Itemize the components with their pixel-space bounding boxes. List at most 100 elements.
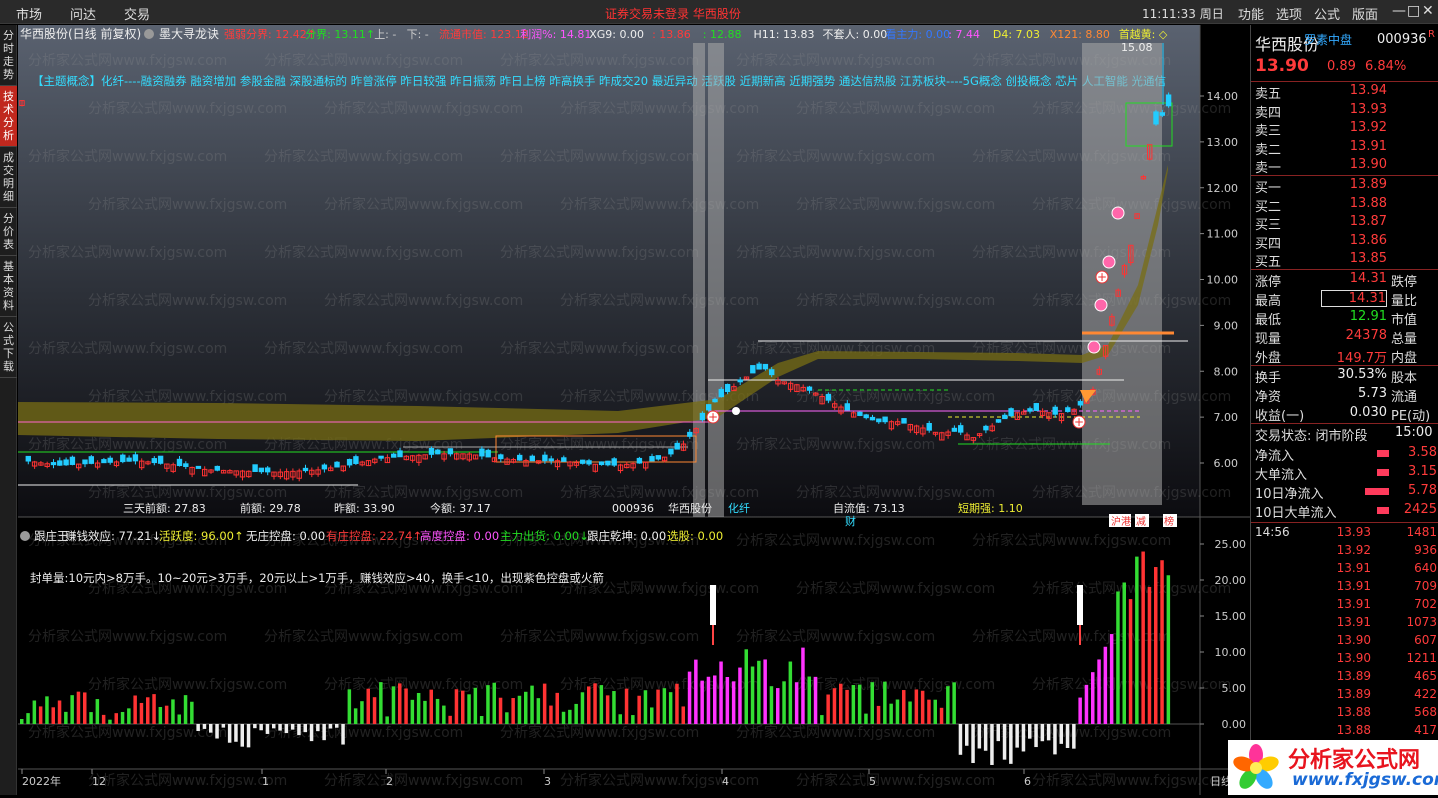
sub-bar	[1028, 724, 1032, 739]
sub-bar	[807, 676, 811, 724]
sub-bar	[1059, 724, 1063, 744]
candle-body	[120, 454, 126, 463]
header-item: 强弱分界: 12.42↑	[224, 28, 316, 41]
sub-bar	[1135, 556, 1139, 724]
sub-bar	[794, 682, 799, 724]
sub-bar	[700, 680, 704, 724]
formula-dropdown-icon[interactable]	[144, 29, 154, 39]
watermark-text: 分析家公式网www.fxjgsw.com	[264, 52, 463, 69]
watermark-text: 分析家公式网www.fxjgsw.com	[500, 340, 699, 357]
sub-bar	[309, 724, 314, 742]
ask-row-3: 卖二 13.91	[1255, 139, 1434, 158]
sub-axis-label: 0.00	[1222, 718, 1247, 731]
side-tab-4[interactable]: 基本资料	[0, 256, 17, 317]
sub-bar	[813, 676, 818, 724]
sub-bar	[297, 724, 301, 736]
sub-bar	[996, 724, 1000, 742]
candle-body	[699, 412, 706, 421]
candle-body	[561, 457, 567, 462]
sub-formula-dropdown-icon[interactable]	[20, 531, 30, 541]
sub-bar	[731, 681, 736, 724]
menu-wenda[interactable]: 问达	[70, 4, 96, 23]
candle-body	[428, 448, 435, 455]
trade-status: 交易状态: 闭市阶段	[1255, 429, 1368, 444]
candle-body	[126, 457, 132, 462]
index-tag: 罗素中盘	[1304, 33, 1353, 47]
sub-bar	[769, 686, 774, 724]
sub-bar	[505, 712, 509, 724]
rocket-icon	[1077, 585, 1083, 625]
flow-value: 3.58	[1408, 445, 1437, 460]
quote-panel: 华西股份 罗素中盘 000936 R 13.90 0.89 6.84% 卖五 13.94 卖四 13…	[1250, 25, 1438, 795]
formula-name: 墨大寻龙诀	[159, 27, 219, 41]
ask-label: 卖五	[1255, 87, 1282, 102]
sub-bar	[20, 719, 24, 724]
candle-body	[346, 458, 353, 466]
sub-bar	[681, 706, 685, 724]
status-row: 交易状态: 闭市阶段 15:00	[1255, 425, 1434, 444]
candle-body	[825, 393, 832, 401]
tick-row-3: 13.91 709	[1255, 579, 1437, 597]
tick-price: 13.93	[1336, 525, 1371, 539]
candle-body	[542, 454, 548, 462]
header-item: D4: 7.03	[993, 28, 1040, 41]
sub-bar	[202, 724, 207, 729]
sub-bar	[744, 649, 748, 724]
sub-header-item: 无庄控盘: 0.00	[246, 529, 325, 543]
candle-body	[882, 416, 888, 423]
sub-bar	[536, 698, 541, 724]
stat-label: 最低	[1255, 313, 1282, 328]
price-change-pct: 6.84%	[1365, 59, 1407, 74]
tick-volume: 1211	[1406, 651, 1437, 665]
ask-price: 13.93	[1349, 101, 1387, 117]
top-menu-bar: 市场 问达 交易 证券交易未登录 华西股份 11:11:33 周日 功能 选项 …	[0, 0, 1438, 24]
sub-bar	[782, 681, 786, 724]
buy-marker-label: +	[708, 410, 718, 424]
tick-price: 13.91	[1336, 615, 1371, 629]
tick-volume: 417	[1414, 723, 1437, 737]
login-notice[interactable]: 证券交易未登录 华西股份	[605, 5, 741, 22]
side-tab-3[interactable]: 分价表	[0, 208, 17, 256]
candle-body	[107, 457, 113, 463]
menu-function[interactable]: 功能	[1238, 4, 1264, 23]
chart-area[interactable]: 分析家公式网www.fxjgsw.com 分析家公式网www.fxjgsw.com…	[18, 25, 1250, 795]
clock: 11:11:33 周日	[1142, 7, 1224, 21]
maximize-button[interactable]: □	[1407, 3, 1420, 19]
ask-label: 卖一	[1255, 161, 1282, 176]
side-tab-5[interactable]: 公式下载	[0, 317, 17, 378]
sub-header-item: 跟庄乾坤: 0.00	[587, 529, 666, 543]
menu-formula[interactable]: 公式	[1314, 4, 1340, 23]
menu-trade[interactable]: 交易	[124, 4, 150, 23]
stat-value: 14.31	[1349, 271, 1387, 286]
candle-body	[951, 427, 958, 432]
sub-bar	[719, 661, 723, 724]
side-tab-2[interactable]: 成交明细	[0, 147, 17, 208]
bid-row-1: 买二 13.88	[1255, 196, 1434, 215]
sub-bar	[448, 715, 452, 724]
sub-bar	[851, 685, 856, 724]
sub-bar	[1009, 724, 1013, 764]
sub-bar	[38, 706, 43, 724]
side-tab-1[interactable]: 技术分析	[0, 86, 17, 147]
header-item: 不套人: 0.00	[823, 28, 888, 41]
bid-row-2: 买三 13.87	[1255, 214, 1434, 233]
candle-body	[321, 464, 328, 470]
sub-bar	[788, 661, 793, 724]
sub-bar	[870, 682, 874, 724]
tick-row-2: 13.91 640	[1255, 561, 1437, 579]
tick-volume: 936	[1414, 543, 1437, 557]
candle-body	[668, 448, 674, 455]
side-tab-0[interactable]: 分时走势	[0, 25, 17, 86]
price-label: 12.00	[1207, 182, 1239, 195]
sub-axis-label: 20.00	[1215, 574, 1247, 587]
tick-price: 13.88	[1336, 705, 1371, 719]
close-button[interactable]: ✕	[1422, 3, 1434, 19]
menu-layout[interactable]: 版面	[1352, 4, 1378, 23]
menu-options[interactable]: 选项	[1276, 4, 1302, 23]
candle-body	[806, 386, 813, 391]
menu-market[interactable]: 市场	[16, 4, 42, 23]
minimize-button[interactable]: —	[1392, 3, 1406, 19]
sub-bar	[555, 692, 559, 724]
stat-row-2: 最低 12.91 市值	[1255, 309, 1434, 328]
sub-bar	[284, 724, 289, 734]
